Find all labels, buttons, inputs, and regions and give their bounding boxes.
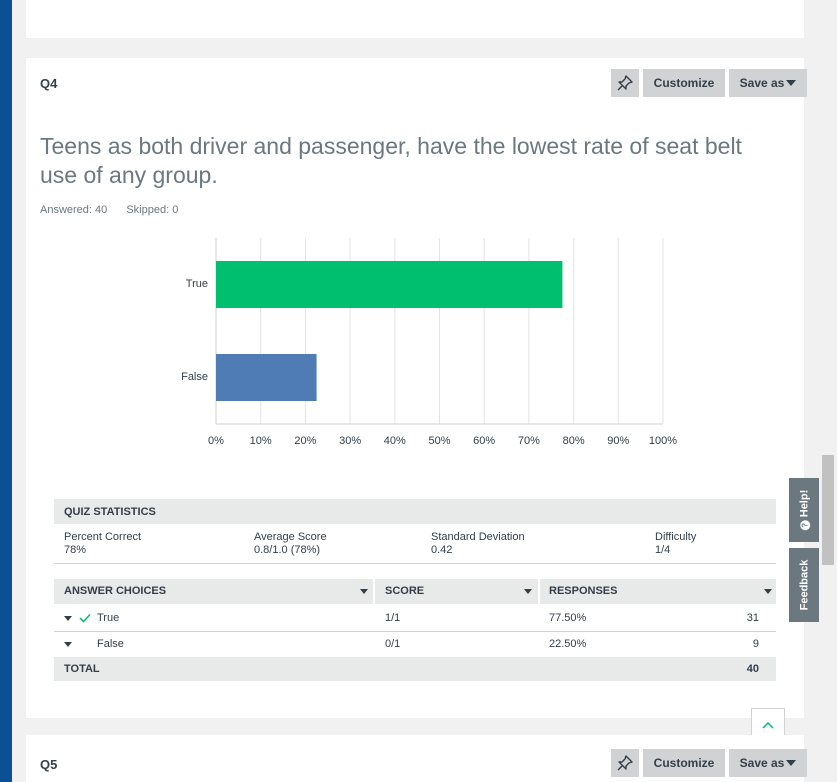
answer-percent: 77.50% (549, 612, 587, 624)
column-header-score[interactable]: SCORE (385, 585, 424, 597)
chevron-up-icon (762, 721, 774, 729)
question-card-q5: Q5 Customize Save as (26, 735, 807, 782)
x-tick-label: 40% (383, 435, 406, 447)
checkmark-icon (79, 613, 91, 623)
table-row: False 0/1 22.50% 9 (54, 631, 776, 657)
x-tick-label: 80% (562, 435, 585, 447)
help-tab[interactable]: ? Help! (789, 478, 819, 542)
total-label: TOTAL (64, 663, 100, 675)
answer-score: 1/1 (385, 612, 401, 624)
y-tick-label: True (185, 277, 208, 290)
column-separator (538, 579, 540, 604)
answer-choice: True (97, 612, 120, 624)
stat-label: Percent Correct (64, 531, 142, 543)
divider (54, 563, 776, 564)
stat-value: 0.42 (431, 544, 453, 556)
expand-caret-icon[interactable] (64, 642, 72, 647)
answer-count: 31 (746, 612, 759, 624)
chevron-down-icon (786, 760, 797, 766)
y-tick-label: False (181, 370, 208, 383)
sort-caret-icon[interactable] (360, 589, 368, 594)
pin-button[interactable] (611, 749, 639, 777)
stat-value: 1/4 (655, 544, 671, 556)
total-row: TOTAL 40 (54, 657, 776, 681)
total-count: 40 (746, 663, 759, 675)
x-tick-label: 100% (648, 435, 678, 447)
stat-label: Standard Deviation (431, 531, 525, 543)
save-as-label: Save as (739, 756, 785, 770)
chart-svg (215, 238, 664, 425)
x-tick-label: 30% (339, 435, 362, 447)
answer-percent: 22.50% (549, 638, 587, 650)
x-tick-label: 50% (428, 435, 451, 447)
column-header-responses[interactable]: RESPONSES (549, 585, 617, 597)
sort-caret-icon[interactable] (764, 589, 772, 594)
quiz-statistics-header: QUIZ STATISTICS (54, 499, 776, 524)
save-as-button[interactable]: Save as (729, 749, 807, 777)
stat-label: Difficulty (655, 531, 697, 543)
stat-value: 78% (64, 544, 87, 556)
feedback-tab[interactable]: Feedback (789, 548, 819, 622)
x-tick-label: 0% (208, 435, 224, 447)
bar-true[interactable] (216, 261, 563, 308)
results-page: Q4 Customize Save as Teens as both drive… (12, 0, 819, 782)
x-tick-label: 70% (517, 435, 540, 447)
help-tab-label: ? Help! (798, 490, 810, 531)
previous-question-card (26, 0, 804, 38)
bar-false[interactable] (216, 354, 317, 401)
x-tick-label: 10% (249, 435, 272, 447)
x-tick-label: 90% (607, 435, 630, 447)
column-header-answer-choices[interactable]: ANSWER CHOICES (64, 585, 166, 597)
stat-value: 0.8/1.0 (78%) (254, 544, 321, 556)
answer-score: 0/1 (385, 638, 401, 650)
stat-label: Average Score (254, 531, 327, 543)
stat-average-score: Average Score 0.8/1.0 (78%) (254, 531, 327, 557)
question-card-q4: Q4 Customize Save as Teens as both drive… (26, 58, 807, 742)
scrollbar-thumb[interactable] (822, 455, 834, 565)
table-row: True 1/1 77.50% 31 (54, 605, 776, 631)
question-icon: ? (800, 520, 810, 531)
stat-percent-correct: Percent Correct 78% (64, 531, 141, 557)
customize-button[interactable]: Customize (643, 749, 725, 777)
sort-caret-icon[interactable] (524, 589, 532, 594)
stat-difficulty: Difficulty 1/4 (655, 531, 696, 557)
bar-chart: True False 0% 10% 20% 30% 40% 50% 60% 70% 80% 90% 1… (26, 58, 804, 478)
answer-choice: False (97, 638, 124, 650)
table-header: ANSWER CHOICES SCORE RESPONSES (54, 579, 776, 604)
scrollbar[interactable] (819, 0, 837, 782)
x-tick-label: 60% (473, 435, 496, 447)
stat-standard-deviation: Standard Deviation 0.42 (431, 531, 525, 557)
expand-caret-icon[interactable] (64, 616, 72, 621)
column-separator (373, 579, 375, 604)
pin-icon (617, 755, 633, 771)
help-label: Help! (798, 489, 810, 518)
question-number: Q5 (40, 757, 58, 772)
x-tick-label: 20% (294, 435, 317, 447)
feedback-label: Feedback (798, 559, 810, 611)
answer-count: 9 (752, 638, 759, 650)
